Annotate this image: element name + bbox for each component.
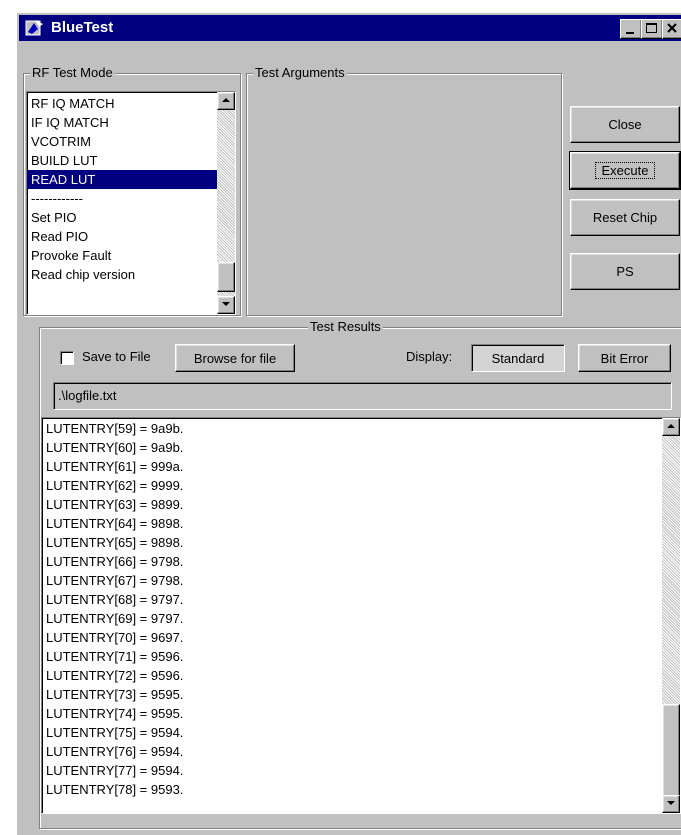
display-label: Display: <box>406 349 453 364</box>
rf-test-mode-legend: RF Test Mode <box>30 65 115 80</box>
list-item[interactable]: Read chip version <box>27 265 217 284</box>
execute-button-label: Execute <box>594 162 656 179</box>
list-item[interactable]: VCOTRIM <box>27 132 217 151</box>
log-line: LUTENTRY[76] = 9594. <box>46 744 184 759</box>
scroll-up-icon[interactable] <box>217 92 235 110</box>
minimize-icon[interactable] <box>620 19 642 39</box>
list-item[interactable]: ------------ <box>27 189 217 208</box>
log-line: LUTENTRY[69] = 9797. <box>46 611 184 626</box>
reset-chip-button[interactable]: Reset Chip <box>570 199 680 236</box>
execute-button[interactable]: Execute <box>569 151 681 190</box>
list-item[interactable]: Provoke Fault <box>27 246 217 265</box>
title-bar[interactable]: BlueTest <box>19 15 681 41</box>
log-output-area[interactable]: LUTENTRY[59] = 9a9b. LUTENTRY[60] = 9a9b.… <box>41 417 681 814</box>
close-icon[interactable] <box>662 19 681 39</box>
scroll-down-icon[interactable] <box>662 795 680 813</box>
standard-display-button[interactable]: Standard <box>471 344 565 372</box>
bit-error-button[interactable]: Bit Error <box>578 344 671 372</box>
bluetooth-app-icon <box>25 18 45 38</box>
log-line: LUTENTRY[78] = 9593. <box>46 782 184 797</box>
log-line: LUTENTRY[70] = 9697. <box>46 630 184 645</box>
save-to-file-label[interactable]: Save to File <box>82 349 151 364</box>
log-line: LUTENTRY[59] = 9a9b. <box>46 421 184 436</box>
log-line: LUTENTRY[61] = 999a. <box>46 459 184 474</box>
log-line: LUTENTRY[71] = 9596. <box>46 649 184 664</box>
list-item[interactable]: Read PIO <box>27 227 217 246</box>
close-button[interactable]: Close <box>570 106 680 143</box>
rf-test-mode-list[interactable]: RF IQ MATCH IF IQ MATCH VCOTRIM BUILD LU… <box>26 91 236 315</box>
log-line: LUTENTRY[64] = 9898. <box>46 516 184 531</box>
list-item-selected[interactable]: READ LUT <box>27 170 217 189</box>
scroll-thumb[interactable] <box>217 262 235 292</box>
log-scrollbar[interactable] <box>662 418 680 813</box>
log-line: LUTENTRY[67] = 9798. <box>46 573 184 588</box>
log-line: LUTENTRY[73] = 9595. <box>46 687 184 702</box>
log-line: LUTENTRY[65] = 9898. <box>46 535 184 550</box>
scroll-thumb[interactable] <box>662 704 680 798</box>
log-line: LUTENTRY[75] = 9594. <box>46 725 184 740</box>
log-line: LUTENTRY[66] = 9798. <box>46 554 184 569</box>
test-results-group: Test Results Save to File Browse for fil… <box>39 319 681 829</box>
rf-test-mode-group: RF Test Mode RF IQ MATCH IF IQ MATCH VCO… <box>23 65 241 316</box>
log-file-path-field[interactable]: .\logfile.txt <box>53 382 672 410</box>
test-arguments-legend: Test Arguments <box>253 65 347 80</box>
scroll-down-icon[interactable] <box>217 296 235 314</box>
save-to-file-checkbox[interactable] <box>60 351 74 365</box>
log-line: LUTENTRY[77] = 9594. <box>46 763 184 778</box>
browse-for-file-button[interactable]: Browse for file <box>175 344 295 372</box>
test-arguments-group: Test Arguments <box>246 65 562 316</box>
log-line: LUTENTRY[74] = 9595. <box>46 706 184 721</box>
log-line: LUTENTRY[62] = 9999. <box>46 478 184 493</box>
list-item[interactable]: Set PIO <box>27 208 217 227</box>
ps-button[interactable]: PS <box>570 253 680 290</box>
bluetest-window: BlueTest RF Test Mode RF IQ MATCH IF IQ … <box>17 13 681 835</box>
rf-list-scrollbar[interactable] <box>217 92 235 314</box>
scroll-up-icon[interactable] <box>662 418 680 436</box>
list-item[interactable]: IF IQ MATCH <box>27 113 217 132</box>
list-item[interactable]: BUILD LUT <box>27 151 217 170</box>
test-results-legend: Test Results <box>308 319 383 334</box>
log-lines: LUTENTRY[59] = 9a9b. LUTENTRY[60] = 9a9b.… <box>42 419 662 799</box>
list-item[interactable]: RF IQ MATCH <box>27 94 217 113</box>
log-line: LUTENTRY[68] = 9797. <box>46 592 184 607</box>
maximize-icon[interactable] <box>641 19 663 39</box>
log-line: LUTENTRY[63] = 9899. <box>46 497 184 512</box>
window-title: BlueTest <box>51 19 114 36</box>
log-line: LUTENTRY[72] = 9596. <box>46 668 184 683</box>
log-line: LUTENTRY[60] = 9a9b. <box>46 440 184 455</box>
